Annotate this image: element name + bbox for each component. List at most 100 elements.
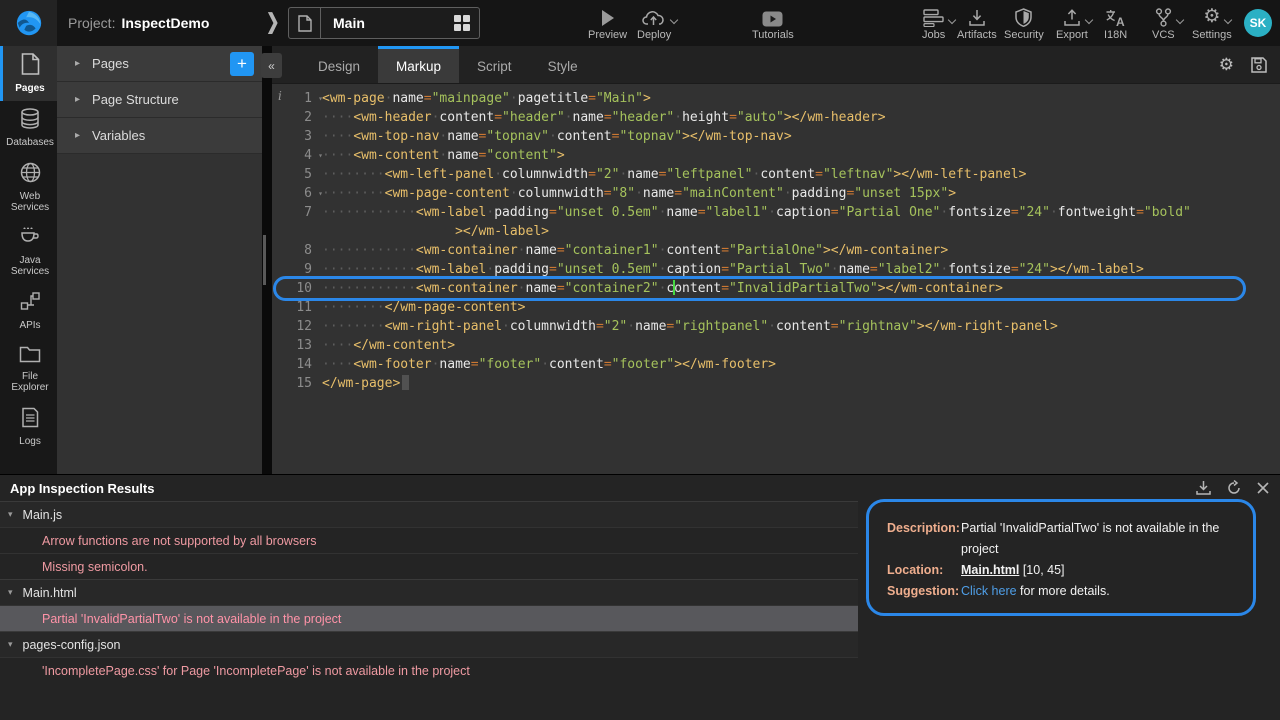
code-text: ····</wm-content>: [316, 336, 455, 355]
inspection-header: App Inspection Results: [0, 475, 1280, 501]
tab-style[interactable]: Style: [530, 46, 596, 83]
code-line-3[interactable]: 3····<wm-top-nav·name="topnav"·content="…: [272, 127, 1280, 146]
location-file-link[interactable]: Main.html: [961, 563, 1019, 577]
tree-section-pages[interactable]: ▸Pages+: [57, 46, 262, 82]
sidebar-item-databases[interactable]: Databases: [0, 101, 57, 155]
inspection-error[interactable]: 'IncompletePage.css' for Page 'Incomplet…: [0, 657, 858, 683]
sidebar-item-pages[interactable]: Pages: [0, 46, 57, 101]
artifacts-button[interactable]: Artifacts: [957, 5, 997, 41]
inspection-results-list: ▾Main.jsArrow functions are not supporte…: [0, 501, 858, 683]
collapse-panel-button[interactable]: «: [261, 53, 282, 78]
deploy-button[interactable]: Deploy: [637, 5, 671, 41]
jobs-button[interactable]: Jobs: [922, 5, 945, 41]
fold-toggle-icon[interactable]: ▾: [318, 146, 323, 165]
editor-tabs: DesignMarkupScriptStyle: [300, 46, 596, 83]
line-number: 2: [272, 108, 316, 127]
tree-section-variables[interactable]: ▸Variables: [57, 118, 262, 154]
folder-icon: [19, 345, 41, 368]
tab-markup[interactable]: Markup: [378, 46, 459, 83]
tab-script[interactable]: Script: [459, 46, 530, 83]
scrollbar-thumb[interactable]: [263, 235, 266, 285]
fold-toggle-icon[interactable]: ▾: [318, 184, 323, 203]
page-switcher[interactable]: Main: [288, 7, 480, 39]
security-label: Security: [1004, 29, 1044, 41]
tree-section-label: Page Structure: [92, 92, 179, 107]
export-button[interactable]: Export: [1056, 5, 1088, 41]
code-line-9[interactable]: 9············<wm-label·padding="unset 0.…: [272, 260, 1280, 279]
group-file-name: pages-config.json: [23, 638, 121, 652]
page-icon: [21, 53, 40, 80]
code-line-15[interactable]: 15</wm-page>: [272, 374, 1280, 393]
code-text: ····<wm-header·content="header"·name="he…: [316, 108, 886, 127]
code-line-2[interactable]: 2····<wm-header·content="header"·name="h…: [272, 108, 1280, 127]
code-line-7[interactable]: 7············<wm-label·padding="unset 0.…: [272, 203, 1280, 241]
code-line-6[interactable]: 6▾········<wm-page-content·columnwidth="…: [272, 184, 1280, 203]
caret-right-icon[interactable]: ▸: [75, 94, 80, 105]
code-line-1[interactable]: 1▾<wm-page·name="mainpage"·pagetitle="Ma…: [272, 89, 1280, 108]
settings-button[interactable]: ⚙Settings: [1192, 5, 1232, 41]
jobs-label: Jobs: [922, 29, 945, 41]
jobs-icon: [923, 5, 944, 27]
caret-right-icon[interactable]: ▸: [75, 58, 80, 69]
editor-settings-gear-icon[interactable]: ⚙: [1219, 55, 1234, 75]
code-line-5[interactable]: 5········<wm-left-panel·columnwidth="2"·…: [272, 165, 1280, 184]
wavemaker-logo[interactable]: [0, 0, 57, 46]
tutorials-button[interactable]: Tutorials: [752, 5, 794, 41]
chevron-down-icon: [1224, 16, 1232, 24]
inspection-group-pages-config.json[interactable]: ▾ pages-config.json: [0, 631, 858, 657]
code-text: <wm-page·name="mainpage"·pagetitle="Main…: [316, 89, 651, 108]
code-area[interactable]: i 1▾<wm-page·name="mainpage"·pagetitle="…: [272, 84, 1280, 393]
code-line-14[interactable]: 14····<wm-footer·name="footer"·content="…: [272, 355, 1280, 374]
inspection-error-selected[interactable]: Partial 'InvalidPartialTwo' is not avail…: [0, 605, 858, 631]
i18n-button[interactable]: A I18N: [1104, 5, 1127, 41]
i18n-label: I18N: [1104, 29, 1127, 41]
editor-tab-bar: DesignMarkupScriptStyle ⚙: [272, 46, 1280, 84]
project-indicator: Project: InspectDemo: [68, 0, 209, 46]
caret-right-icon[interactable]: ▸: [75, 130, 80, 141]
page-grid-icon[interactable]: [454, 15, 471, 32]
sidebar-item-logs[interactable]: Logs: [0, 400, 57, 454]
explorer-panel: ▸Pages+▸Page Structure▸Variables: [57, 46, 262, 474]
code-line-10[interactable]: 10············<wm-container·name="contai…: [272, 279, 1280, 298]
line-number: 1▾: [272, 89, 316, 108]
caret-down-icon[interactable]: ▾: [8, 587, 13, 598]
coffee-icon: [19, 227, 41, 252]
preview-label: Preview: [588, 29, 627, 41]
save-icon[interactable]: [1250, 56, 1268, 74]
caret-down-icon[interactable]: ▾: [8, 509, 13, 520]
inspection-group-Main.js[interactable]: ▾Main.js: [0, 501, 858, 527]
code-text: ········<wm-left-panel·columnwidth="2"·n…: [316, 165, 1026, 184]
user-avatar[interactable]: SK: [1244, 9, 1272, 37]
inspection-error[interactable]: Missing semicolon.: [0, 553, 858, 579]
code-line-13[interactable]: 13····</wm-content>: [272, 336, 1280, 355]
line-number: 14: [272, 355, 316, 374]
code-line-12[interactable]: 12········<wm-right-panel·columnwidth="2…: [272, 317, 1280, 336]
code-line-4[interactable]: 4▾····<wm-content·name="content">: [272, 146, 1280, 165]
sidebar-item-file-explorer[interactable]: File Explorer: [0, 338, 57, 400]
refresh-icon[interactable]: [1226, 480, 1242, 496]
sidebar-item-java-services[interactable]: Java Services: [0, 220, 57, 284]
preview-button[interactable]: Preview: [588, 5, 627, 41]
suggestion-click-here-link[interactable]: Click here: [961, 584, 1017, 598]
add-page-button[interactable]: +: [230, 52, 254, 76]
tree-section-page-structure[interactable]: ▸ Page Structure: [57, 82, 262, 118]
code-text: ····<wm-footer·name="footer"·content="fo…: [316, 355, 776, 374]
security-button[interactable]: Security: [1004, 5, 1044, 41]
close-icon[interactable]: [1256, 481, 1270, 495]
caret-down-icon[interactable]: ▾: [8, 639, 13, 650]
translate-icon: A: [1105, 5, 1126, 27]
code-text: ····<wm-content·name="content">: [316, 146, 565, 165]
inspection-group-Main.html[interactable]: ▾Main.html: [0, 579, 858, 605]
sidebar-item-label: Web Services: [3, 191, 57, 213]
download-report-icon[interactable]: [1195, 480, 1212, 496]
sidebar-item-apis[interactable]: APIs: [0, 284, 57, 338]
inspection-error[interactable]: Arrow functions are not supported by all…: [0, 527, 858, 553]
tab-design[interactable]: Design: [300, 46, 378, 83]
line-number: 12: [272, 317, 316, 336]
vcs-button[interactable]: VCS: [1152, 5, 1175, 41]
code-line-8[interactable]: 8············<wm-container·name="contain…: [272, 241, 1280, 260]
sidebar-item-web-services[interactable]: Web Services: [0, 155, 57, 220]
fold-toggle-icon[interactable]: ▾: [318, 89, 323, 108]
code-text: ············<wm-label·padding="unset 0.5…: [316, 260, 1144, 279]
code-line-11[interactable]: 11········</wm-page-content>: [272, 298, 1280, 317]
